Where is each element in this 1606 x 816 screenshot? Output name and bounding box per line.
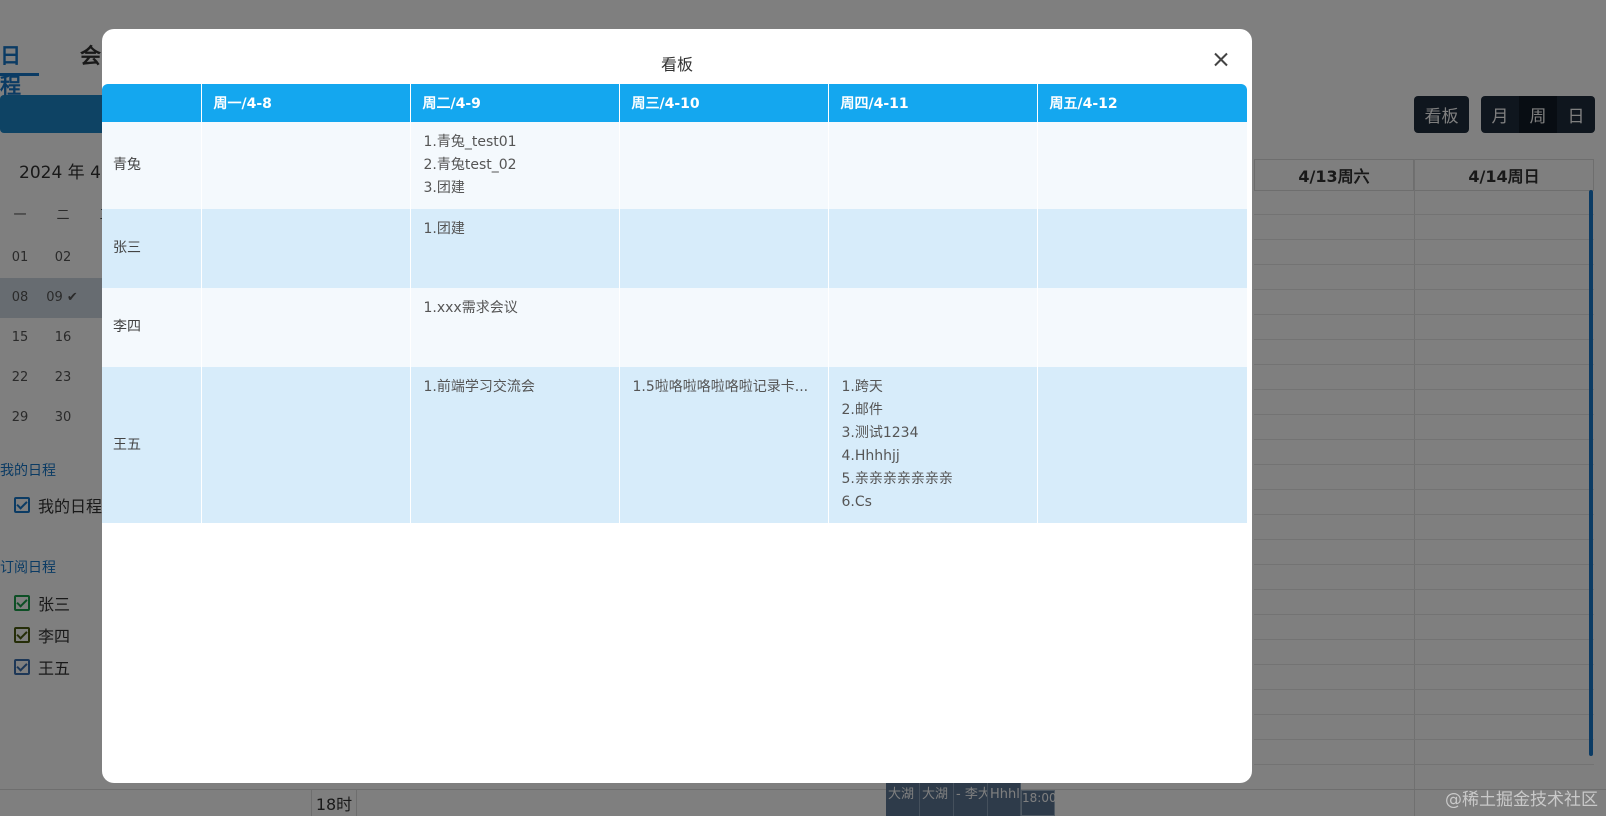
row-person-name: 王五 [102, 367, 202, 523]
board-cell [619, 288, 829, 367]
board-cell [201, 367, 411, 523]
row-person-name: 青兔 [102, 122, 202, 209]
board-cell: 1.青兔_test01 2.青兔test_02 3.团建 [410, 122, 620, 209]
board-table: 周一/4-8 周二/4-9 周三/4-10 周四/4-11 周五/4-12 青兔… [102, 84, 1247, 523]
board-cell [619, 122, 829, 209]
column-header: 周二/4-9 [410, 84, 620, 122]
column-header: 周三/4-10 [619, 84, 829, 122]
schedule-item[interactable]: 3.测试1234 [842, 422, 1024, 445]
schedule-item[interactable]: 1.跨天 [842, 376, 1024, 399]
column-header: 周五/4-12 [1037, 84, 1247, 122]
watermark: @稀土掘金技术社区 [1445, 790, 1598, 810]
schedule-item[interactable]: 1.团建 [424, 218, 606, 241]
board-row: 青兔 1.青兔_test01 2.青兔test_02 3.团建 [102, 122, 1247, 209]
row-person-name: 张三 [102, 209, 202, 288]
board-cell [828, 288, 1038, 367]
close-icon[interactable] [1210, 49, 1232, 71]
column-header: 周一/4-8 [201, 84, 411, 122]
board-cell [1037, 367, 1247, 523]
schedule-item[interactable]: 6.Cs [842, 491, 1024, 514]
board-cell [828, 122, 1038, 209]
board-cell: 1.前端学习交流会 [410, 367, 620, 523]
board-header-row: 周一/4-8 周二/4-9 周三/4-10 周四/4-11 周五/4-12 [102, 84, 1247, 122]
schedule-item[interactable]: 1.xxx需求会议 [424, 297, 606, 320]
schedule-item[interactable]: 1.前端学习交流会 [424, 376, 606, 399]
board-row: 李四 1.xxx需求会议 [102, 288, 1247, 367]
board-cell [619, 209, 829, 288]
schedule-item[interactable]: 4.Hhhhjj [842, 445, 1024, 468]
board-cell: 1.5啦咯啦咯啦咯啦记录卡... [619, 367, 829, 523]
board-cell: 1.xxx需求会议 [410, 288, 620, 367]
schedule-item[interactable]: 3.团建 [424, 177, 606, 200]
board-modal: 看板 周一/4-8 周二/4-9 周三/4-10 周四/4-11 周五/4-12… [102, 29, 1252, 783]
board-cell: 1.团建 [410, 209, 620, 288]
schedule-item[interactable]: 1.青兔_test01 [424, 131, 606, 154]
board-row: 张三 1.团建 [102, 209, 1247, 288]
board-cell [1037, 209, 1247, 288]
board-row: 王五 1.前端学习交流会 1.5啦咯啦咯啦咯啦记录卡... 1.跨天 2.邮件 … [102, 367, 1247, 523]
schedule-item[interactable]: 2.青兔test_02 [424, 154, 606, 177]
column-header: 周四/4-11 [828, 84, 1038, 122]
schedule-item[interactable]: 2.邮件 [842, 399, 1024, 422]
schedule-item[interactable]: 1.5啦咯啦咯啦咯啦记录卡... [633, 376, 815, 399]
board-cell [201, 288, 411, 367]
schedule-item[interactable]: 5.亲亲亲亲亲亲亲 [842, 468, 1024, 491]
board-cell [201, 122, 411, 209]
board-cell [1037, 122, 1247, 209]
column-header [102, 84, 202, 122]
row-person-name: 李四 [102, 288, 202, 367]
board-cell [201, 209, 411, 288]
board-cell: 1.跨天 2.邮件 3.测试1234 4.Hhhhjj 5.亲亲亲亲亲亲亲 6.… [828, 367, 1038, 523]
modal-title: 看板 [660, 55, 693, 74]
board-cell [1037, 288, 1247, 367]
board-cell [828, 209, 1038, 288]
